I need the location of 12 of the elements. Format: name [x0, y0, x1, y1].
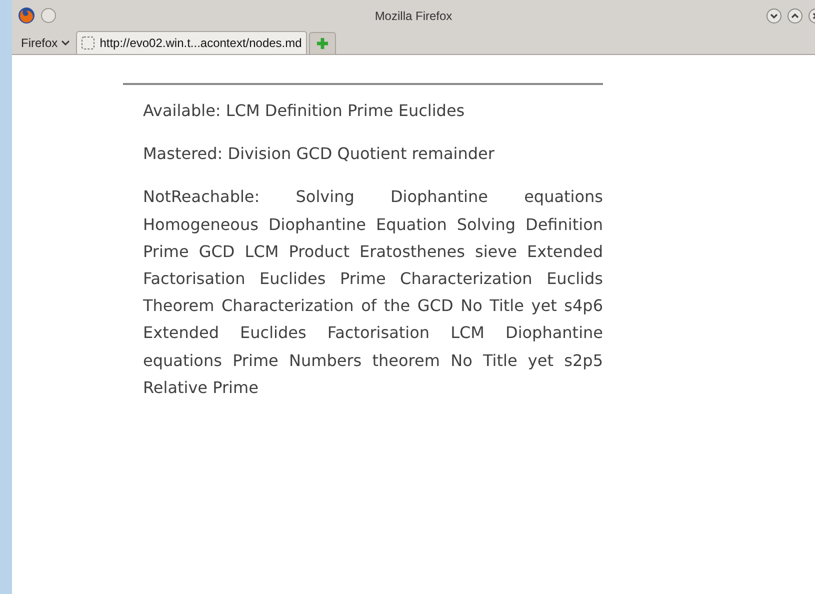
blank-page-icon	[80, 36, 95, 50]
paragraph: Available: LCM Definition Prime Euclides	[143, 100, 466, 122]
window-title: Mozilla Firefox	[374, 8, 454, 22]
chevron-down-icon	[60, 40, 70, 46]
firefox-menu-button[interactable]: Firefox	[12, 32, 74, 54]
paragraph: NotReachable: Solving Diophantine equations Homogeneous Diophantine Equation Solving Definition Prime GCD LCM Product Eratosthenes sieve Extended Factorisation Euclides Prime Characterization Euclids Theorem Characterization of the GCD No Title yet s4p6 Extended Euclides Factorisation LCM Diophantine equations Prime Numbers theorem No Title yet s2p5 Relative Prime	[143, 186, 603, 399]
plus-icon	[316, 37, 329, 50]
browser-tab[interactable]: http://evo02.win.t...acontext/nodes.md	[76, 31, 307, 54]
minimize-icon[interactable]	[766, 8, 782, 24]
fox-logo-icon	[18, 7, 35, 24]
paragraph: Mastered: Division GCD Quotient remainder	[143, 143, 496, 166]
maximize-icon[interactable]	[787, 8, 803, 24]
